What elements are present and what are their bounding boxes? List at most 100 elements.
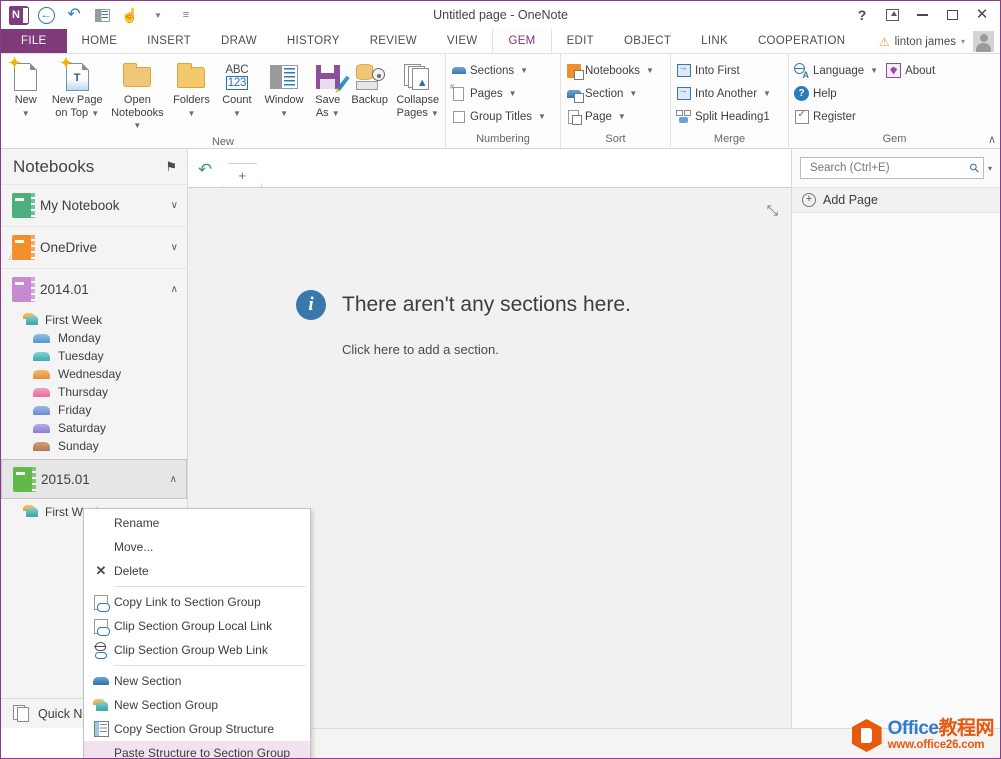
merge-into-first-button[interactable]: Into First	[673, 59, 776, 82]
new-page-on-top-button[interactable]: T✦ New Pageon Top ▼	[48, 57, 106, 123]
notebook-onedrive[interactable]: ⚠ OneDrive ∨	[1, 226, 187, 268]
tab-file[interactable]: FILE	[1, 29, 67, 53]
numbering-pages-button[interactable]: Pages ▼	[448, 82, 551, 105]
count-button[interactable]: ABC 123 Count▼	[214, 57, 259, 123]
minimize-button[interactable]	[908, 3, 936, 27]
search-box[interactable]: ⚲	[800, 157, 984, 179]
section-thursday[interactable]: Thursday	[1, 383, 187, 401]
notebook-2015-01[interactable]: 2015.01 ∧	[1, 459, 187, 499]
about-button[interactable]: About	[883, 59, 940, 82]
section-monday[interactable]: Monday	[1, 329, 187, 347]
tab-view[interactable]: VIEW	[432, 29, 493, 53]
chevron-down-icon[interactable]: ▼	[233, 109, 241, 118]
language-button[interactable]: A Language ▼	[791, 59, 883, 82]
new-button[interactable]: ✦ New▼	[3, 57, 48, 123]
window-button[interactable]: Window▼	[260, 57, 309, 123]
section-saturday[interactable]: Saturday	[1, 419, 187, 437]
folders-button[interactable]: Folders▼	[169, 57, 214, 123]
tab-home[interactable]: HOME	[67, 29, 133, 53]
touch-mode-button[interactable]: ☝	[120, 5, 140, 25]
tab-cooperation[interactable]: COOPERATION	[743, 29, 860, 53]
chevron-down-icon[interactable]: ∨	[171, 242, 178, 253]
chevron-down-icon[interactable]: ▼	[618, 112, 626, 121]
help-button[interactable]: ?	[848, 3, 876, 27]
context-menu-item-clip-section-group-web-link[interactable]: Clip Section Group Web Link	[84, 638, 310, 662]
context-menu-item-rename[interactable]: Rename	[84, 511, 310, 535]
context-menu-item-delete[interactable]: ✕ Delete	[84, 559, 310, 583]
chevron-down-icon[interactable]: ▼	[22, 109, 30, 118]
chevron-down-icon[interactable]: ▼	[91, 109, 99, 118]
chevron-down-icon[interactable]: ▾	[961, 37, 965, 46]
open-notebooks-button[interactable]: OpenNotebooks ▼	[106, 57, 169, 136]
tab-link[interactable]: LINK	[686, 29, 743, 53]
add-page-button[interactable]: + Add Page	[792, 187, 1000, 213]
chevron-up-icon[interactable]: ∧	[170, 474, 177, 485]
help-button[interactable]: ? Help	[791, 82, 883, 105]
context-menu-item-copy-link-to-section-group[interactable]: Copy Link to Section Group	[84, 590, 310, 614]
add-section-link[interactable]: Click here to add a section.	[342, 342, 766, 357]
section-wednesday[interactable]: Wednesday	[1, 365, 187, 383]
tab-edit[interactable]: EDIT	[552, 29, 609, 53]
chevron-down-icon[interactable]: ▼	[538, 112, 546, 121]
register-button[interactable]: Register	[791, 105, 883, 128]
notebook-my-notebook[interactable]: My Notebook ∨	[1, 184, 187, 226]
expand-icon[interactable]: ⤡	[767, 202, 778, 219]
chevron-down-icon[interactable]: ▼	[763, 89, 771, 98]
collapse-pages-button[interactable]: ▲ CollapsePages ▼	[392, 57, 443, 123]
customize-qat-button[interactable]: ≡	[176, 5, 196, 25]
chevron-down-icon[interactable]: ▼	[509, 89, 517, 98]
chevron-down-icon[interactable]: ▼	[431, 109, 439, 118]
context-menu-item-new-section-group[interactable]: New Section Group	[84, 693, 310, 717]
context-menu-item-paste-structure-to-section-group[interactable]: Paste Structure to Section Group	[84, 741, 310, 759]
tab-insert[interactable]: INSERT	[132, 29, 206, 53]
ribbon-display-options-button[interactable]	[878, 3, 906, 27]
merge-into-another-button[interactable]: Into Another ▼	[673, 82, 776, 105]
numbering-group-titles-button[interactable]: Group Titles ▼	[448, 105, 551, 128]
navigate-back-icon[interactable]: ↶	[198, 162, 212, 177]
chevron-down-icon[interactable]: ▼	[188, 109, 196, 118]
chevron-down-icon[interactable]: ▼	[870, 66, 878, 75]
sort-notebooks-button[interactable]: Notebooks ▼	[563, 59, 659, 82]
collapse-ribbon-button[interactable]: ∧	[988, 133, 996, 146]
undo-button[interactable]: ↶	[64, 5, 84, 25]
save-as-button[interactable]: SaveAs ▼	[309, 57, 347, 123]
chevron-down-icon[interactable]: ▼	[629, 89, 637, 98]
back-button[interactable]: ←	[36, 5, 56, 25]
section-friday[interactable]: Friday	[1, 401, 187, 419]
tab-draw[interactable]: DRAW	[206, 29, 272, 53]
account-area[interactable]: ⚠ linton james ▾	[879, 29, 994, 54]
chevron-down-icon[interactable]: ▼	[646, 66, 654, 75]
chevron-down-icon[interactable]: ▼	[332, 109, 340, 118]
pin-icon[interactable]: ⚑	[165, 159, 177, 175]
numbering-sections-button[interactable]: Sections ▼	[448, 59, 551, 82]
notebook-2014-01[interactable]: 2014.01 ∧	[1, 268, 187, 310]
chevron-down-icon[interactable]: ▼	[280, 109, 288, 118]
chevron-down-icon[interactable]: ▼	[520, 66, 528, 75]
sort-page-button[interactable]: Page ▼	[563, 105, 659, 128]
chevron-down-icon[interactable]: ▼	[133, 121, 141, 130]
avatar[interactable]	[973, 31, 994, 52]
search-input[interactable]	[808, 161, 970, 175]
sort-section-button[interactable]: Section ▼	[563, 82, 659, 105]
tab-object[interactable]: OBJECT	[609, 29, 686, 53]
context-menu-item-clip-section-group-local-link[interactable]: Clip Section Group Local Link	[84, 614, 310, 638]
tab-gem[interactable]: GEM	[492, 29, 551, 53]
context-menu-item-new-section[interactable]: New Section	[84, 669, 310, 693]
context-menu-item-move[interactable]: Move...	[84, 535, 310, 559]
section-group-first-week-2014[interactable]: First Week	[1, 310, 187, 329]
dock-to-desktop-button[interactable]	[92, 5, 112, 25]
close-button[interactable]: ✕	[968, 3, 996, 27]
maximize-button[interactable]	[938, 3, 966, 27]
search-scope-chevron-down-icon[interactable]: ▾	[988, 164, 992, 173]
chevron-up-icon[interactable]: ∧	[171, 284, 178, 295]
section-sunday[interactable]: Sunday	[1, 437, 187, 455]
create-section-tab[interactable]: +	[222, 163, 262, 187]
touch-mode-caret-icon[interactable]: ▼	[148, 5, 168, 25]
tab-history[interactable]: HISTORY	[272, 29, 355, 53]
context-menu-item-copy-section-group-structure[interactable]: Copy Section Group Structure	[84, 717, 310, 741]
tab-review[interactable]: REVIEW	[355, 29, 432, 53]
split-heading1-button[interactable]: Split Heading1	[673, 105, 776, 128]
backup-button[interactable]: Backup	[347, 57, 392, 110]
chevron-down-icon[interactable]: ∨	[171, 200, 178, 211]
section-tuesday[interactable]: Tuesday	[1, 347, 187, 365]
